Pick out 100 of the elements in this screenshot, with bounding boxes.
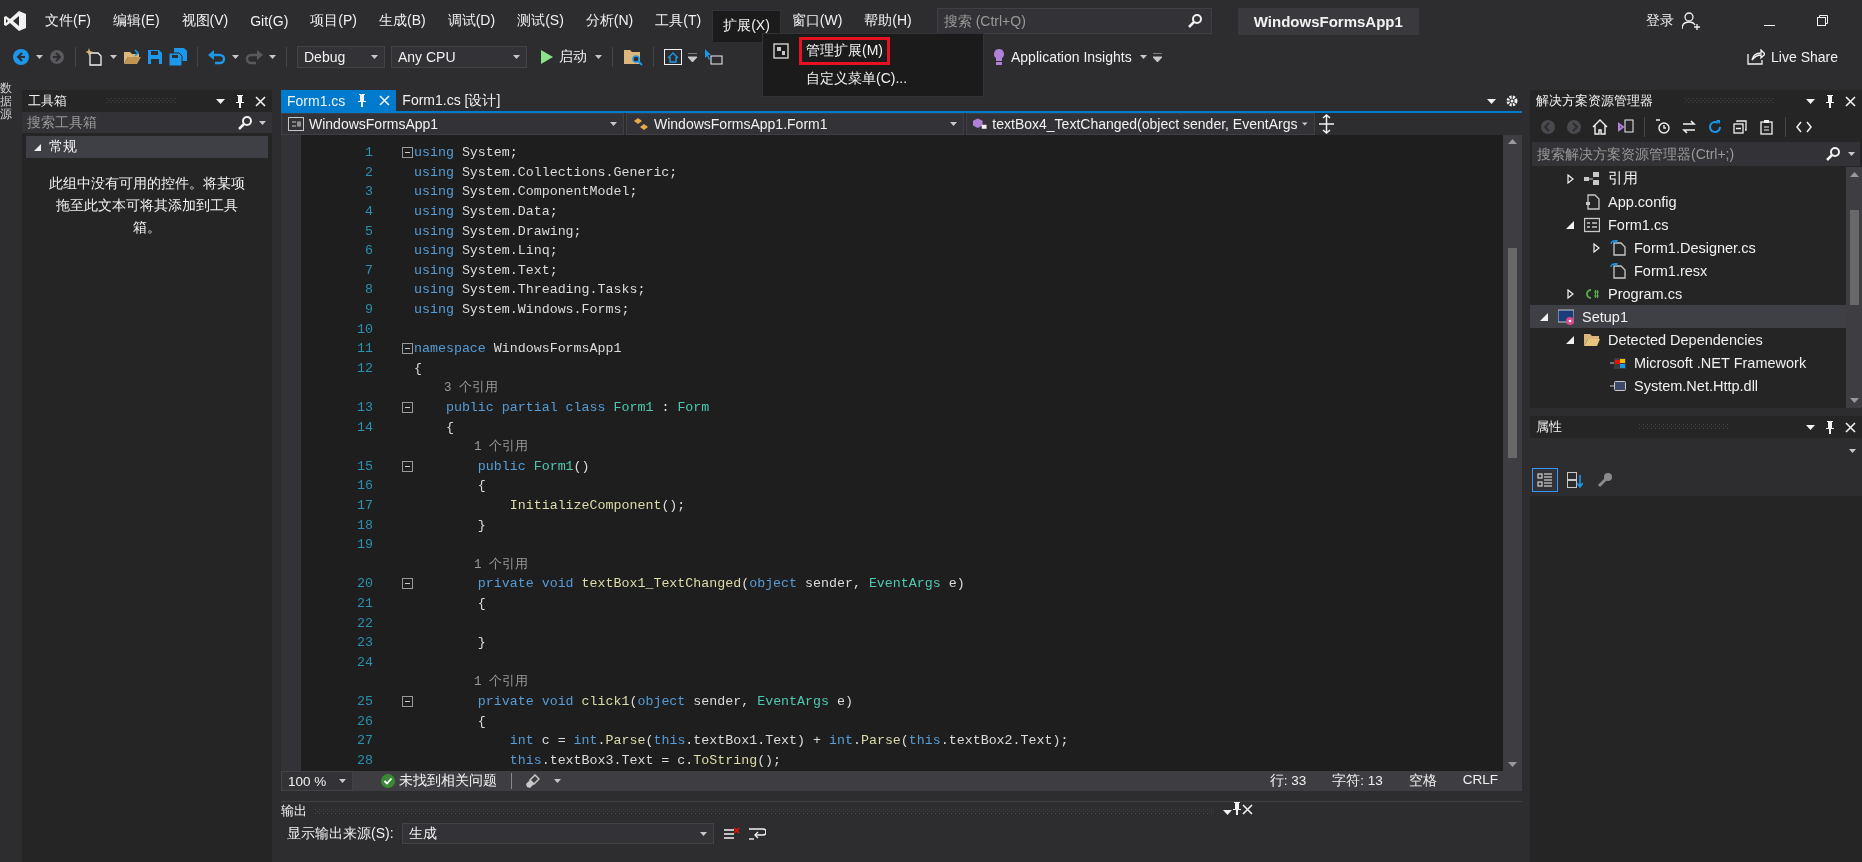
menu-item[interactable]: 项目(P) <box>299 6 368 36</box>
menu-item[interactable]: 帮助(H) <box>853 6 923 36</box>
scrollbar[interactable] <box>1503 135 1522 771</box>
collapse-all-icon[interactable] <box>1733 119 1749 135</box>
cursor-line[interactable]: 行: 33 <box>1269 772 1307 790</box>
collapse-icon[interactable] <box>402 695 413 707</box>
caret-icon[interactable] <box>1849 449 1856 453</box>
platform-dropdown[interactable]: Any CPU <box>391 46 527 68</box>
zoom-dropdown[interactable]: 100 % <box>281 771 353 791</box>
tree-item[interactable]: Form1.resx <box>1530 259 1846 282</box>
close-icon[interactable] <box>255 95 266 107</box>
scroll-down-icon[interactable] <box>1508 762 1517 767</box>
scrollbar[interactable] <box>1846 167 1862 408</box>
caret-icon[interactable] <box>110 55 117 59</box>
sync-icon[interactable] <box>1681 119 1697 135</box>
toolbox-group-header[interactable]: 常规 <box>26 136 268 158</box>
output-source-dropdown[interactable]: 生成 <box>401 823 714 844</box>
caret-icon[interactable] <box>595 55 602 59</box>
back-icon[interactable] <box>12 48 30 66</box>
close-icon[interactable] <box>1845 421 1856 433</box>
window-menu-icon[interactable] <box>1806 424 1815 430</box>
logo-icon[interactable] <box>4 10 26 32</box>
word-wrap-icon[interactable] <box>747 825 766 842</box>
tree-item[interactable]: 引用 <box>1530 167 1846 190</box>
menu-item[interactable]: 窗口(W) <box>780 6 854 36</box>
caret-icon[interactable] <box>259 120 266 125</box>
pointer-icon[interactable] <box>703 49 723 65</box>
save-icon[interactable] <box>147 49 163 65</box>
collapse-icon[interactable] <box>402 402 413 413</box>
new-item-icon[interactable] <box>86 48 104 66</box>
window-menu-icon[interactable] <box>1487 98 1496 104</box>
menu-item[interactable]: 文件(F) <box>34 6 102 36</box>
caret-icon[interactable] <box>36 55 43 59</box>
caret-icon[interactable] <box>371 55 378 59</box>
tree-item[interactable]: App.config <box>1530 190 1846 213</box>
pin-icon[interactable] <box>1825 94 1835 108</box>
tree-item[interactable]: Setup1 <box>1530 305 1846 328</box>
issues-status[interactable]: 未找到相关问题 <box>399 772 497 790</box>
menu-item[interactable]: 扩展(X) <box>712 10 781 42</box>
caret-icon[interactable] <box>513 55 520 59</box>
menu-item[interactable]: 编辑(E) <box>101 6 171 36</box>
tree-item[interactable]: Form1.cs <box>1530 213 1846 236</box>
scroll-up-icon[interactable] <box>1508 139 1517 144</box>
home-icon[interactable] <box>1592 119 1608 135</box>
caret-icon[interactable] <box>950 122 957 126</box>
expanded-icon[interactable] <box>1566 220 1574 229</box>
refresh-icon[interactable] <box>1707 119 1723 135</box>
split-icon[interactable] <box>1317 113 1336 135</box>
settings-icon[interactable] <box>1506 95 1518 107</box>
overflow-icon[interactable] <box>1152 52 1162 62</box>
scroll-down-icon[interactable] <box>1849 398 1859 403</box>
home-window-icon[interactable] <box>664 49 682 65</box>
clear-all-icon[interactable] <box>721 825 740 842</box>
open-folder-icon[interactable] <box>123 49 141 65</box>
caret-icon[interactable] <box>610 122 617 126</box>
caret-icon[interactable] <box>1139 55 1147 59</box>
pin-icon[interactable] <box>235 94 245 108</box>
collapse-icon[interactable] <box>402 343 413 355</box>
expanded-icon[interactable] <box>1540 312 1548 321</box>
navigation-dropdown[interactable]: textBox4_TextChanged(object sender, EventArgs <box>966 113 1315 135</box>
menu-item[interactable]: Git(G) <box>239 6 300 36</box>
code-view-icon[interactable] <box>1796 119 1812 135</box>
reference-count[interactable]: 1 个引用 <box>414 673 528 691</box>
add-user-icon[interactable] <box>1682 12 1700 30</box>
menu-item[interactable]: 生成(B) <box>368 6 437 36</box>
menu-item[interactable]: 自定义菜单(C)... <box>799 65 915 93</box>
collapsed-icon[interactable] <box>1592 242 1600 253</box>
pin-icon[interactable] <box>1825 420 1835 434</box>
caret-icon[interactable] <box>1302 122 1308 126</box>
menu-item[interactable]: 工具(T) <box>644 6 713 36</box>
brush-icon[interactable] <box>526 774 540 788</box>
find-in-folder-icon[interactable] <box>623 48 643 66</box>
scrollbar-thumb[interactable] <box>1849 210 1859 305</box>
reference-count[interactable]: 1 个引用 <box>414 555 528 573</box>
close-icon[interactable] <box>1845 95 1856 107</box>
tree-item[interactable]: Program.cs <box>1530 282 1846 305</box>
caret-icon[interactable] <box>339 779 346 783</box>
tree-item[interactable]: Form1.Designer.cs <box>1530 236 1846 259</box>
collapse-icon[interactable] <box>402 147 413 159</box>
caret-icon[interactable] <box>269 55 276 59</box>
search-icon[interactable] <box>1187 14 1202 28</box>
expanded-icon[interactable] <box>34 143 41 151</box>
history-icon[interactable] <box>1655 119 1671 135</box>
tree-item[interactable]: System.Net.Http.dll <box>1530 374 1846 397</box>
caret-icon[interactable] <box>699 831 707 836</box>
categorized-button[interactable] <box>1532 468 1558 492</box>
collapsed-icon[interactable] <box>1566 288 1574 299</box>
caret-icon[interactable] <box>1848 152 1855 156</box>
menu-item[interactable]: 分析(N) <box>574 6 645 36</box>
collapse-icon[interactable] <box>402 578 413 590</box>
close-icon[interactable] <box>1242 804 1253 815</box>
tree-item[interactable]: Microsoft .NET Framework <box>1530 351 1846 374</box>
collapsed-icon[interactable] <box>1566 173 1574 184</box>
navigation-dropdown[interactable]: WindowsFormsApp1 <box>281 113 624 135</box>
start-button[interactable]: 启动 <box>539 48 589 66</box>
solution-icon[interactable] <box>1618 119 1634 135</box>
collapse-icon[interactable] <box>402 460 413 472</box>
caret-icon[interactable] <box>232 55 239 59</box>
save-all-icon[interactable] <box>169 48 187 66</box>
menu-item[interactable]: 调试(D) <box>436 6 507 36</box>
